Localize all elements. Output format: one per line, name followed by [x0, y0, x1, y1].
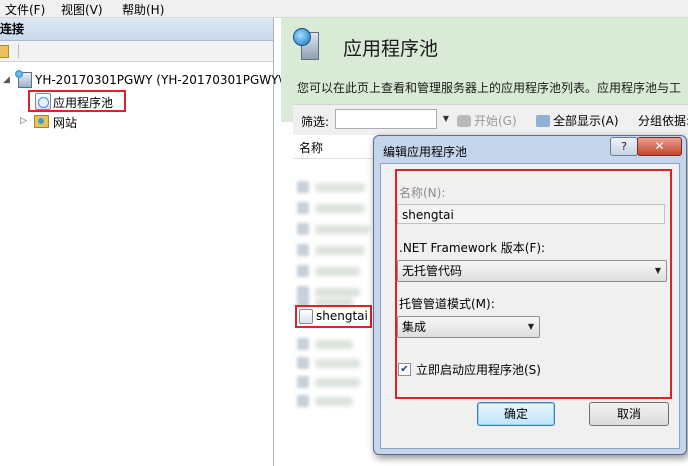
app-pools-large-icon — [293, 28, 319, 60]
ok-button[interactable]: 确定 — [477, 402, 555, 426]
edit-app-pool-dialog: 编辑应用程序池 ? ✕ 名称(N): shengtai .NET Framewo… — [373, 135, 687, 455]
dialog-body: 名称(N): shengtai .NET Framework 版本(F): 无托… — [380, 163, 680, 449]
menubar: 文件(F) 视图(V) 帮助(H) — [0, 0, 688, 18]
folder-icon[interactable] — [0, 45, 9, 58]
show-all-icon — [536, 115, 550, 127]
start-button[interactable]: 开始(G) — [457, 112, 517, 129]
toolbar-separator — [18, 44, 19, 58]
filter-bar: 筛选: ▼ 开始(G) 全部显示(A) 分组依据: — [293, 104, 688, 136]
filter-dropdown-icon[interactable]: ▼ — [439, 109, 453, 129]
tree-server-node[interactable]: YH-20170301PGWY (YH-20170301PGWY\ — [35, 73, 283, 87]
highlight-dialog-fields — [395, 169, 672, 399]
collapse-icon[interactable]: ◢ — [3, 75, 10, 85]
highlight-app-pools — [28, 90, 126, 112]
connections-toolbar — [0, 41, 273, 62]
column-name-header[interactable]: 名称 — [299, 139, 323, 156]
cancel-button[interactable]: 取消 — [589, 402, 669, 426]
filter-input[interactable] — [335, 109, 437, 129]
filter-label: 筛选: — [301, 115, 330, 129]
dialog-title: 编辑应用程序池 — [383, 145, 468, 159]
menu-help[interactable]: 帮助(H) — [122, 1, 164, 18]
page-description: 您可以在此页上查看和管理服务器上的应用程序池列表。应用程序池与工 — [297, 81, 682, 95]
page-title: 应用程序池 — [343, 38, 439, 60]
help-button[interactable]: ? — [610, 137, 638, 156]
menu-file[interactable]: 文件(F) — [5, 1, 45, 18]
show-all-button[interactable]: 全部显示(A) — [536, 112, 619, 129]
close-button[interactable]: ✕ — [637, 137, 682, 156]
sites-icon — [34, 115, 49, 128]
menu-view[interactable]: 视图(V) — [61, 1, 103, 18]
expand-icon[interactable]: ▷ — [20, 116, 27, 126]
server-icon — [15, 70, 32, 88]
connections-header: 连接 — [0, 18, 273, 41]
highlight-shengtai — [295, 305, 372, 328]
connections-panel: 连接 ◢ YH-20170301PGWY (YH-20170301PGWY\ 应… — [0, 18, 283, 466]
group-by-label[interactable]: 分组依据: — [638, 112, 688, 129]
binoculars-icon — [457, 115, 471, 127]
tree-sites-node[interactable]: 网站 — [53, 114, 77, 131]
